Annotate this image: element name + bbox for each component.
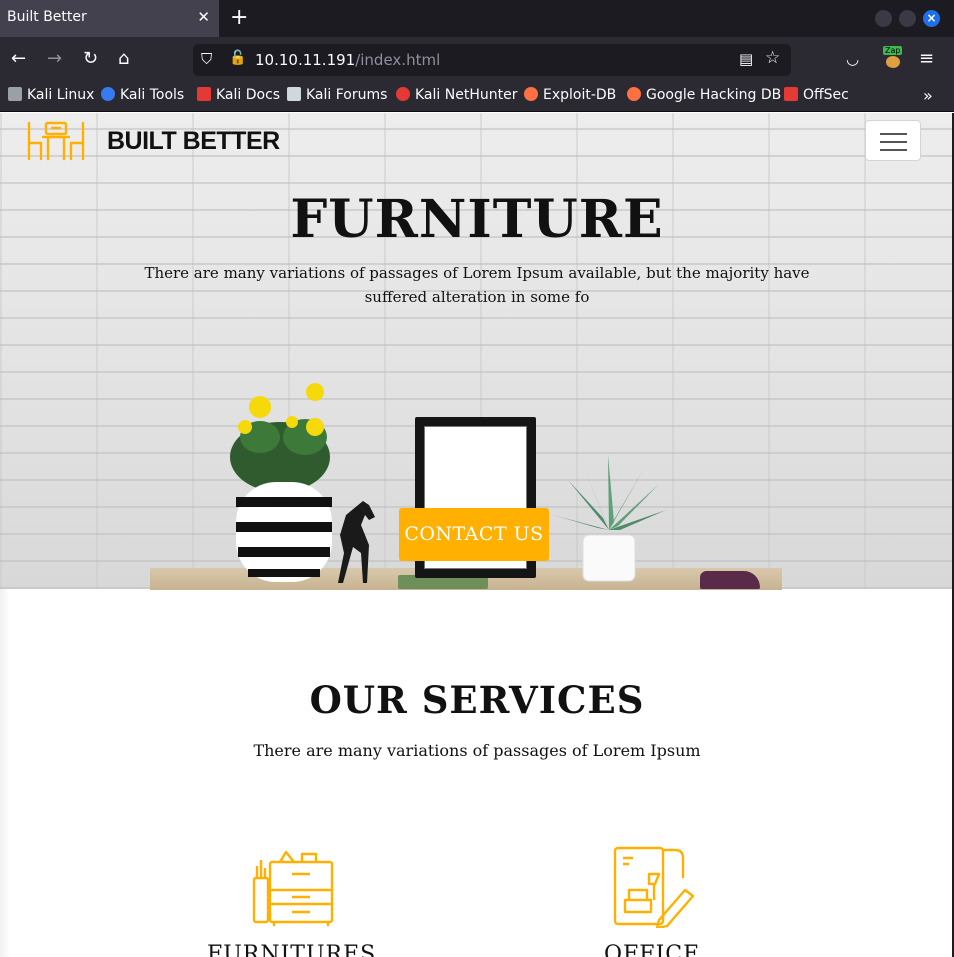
tab-title: Built Better (7, 9, 87, 25)
kali-forums-icon (287, 87, 301, 101)
nethunter-icon (396, 87, 410, 101)
hamburger-menu-icon[interactable]: ≡ (919, 48, 934, 69)
hero-title: FURNITURE (290, 189, 664, 250)
bookmark-kali-tools[interactable]: Kali Tools (101, 87, 184, 103)
bookmark-label: Kali Tools (120, 87, 185, 103)
home-icon[interactable]: ⌂ (118, 49, 129, 69)
ghdb-icon (627, 87, 641, 101)
office-plan-icon (613, 846, 695, 928)
kali-dragon-icon (8, 87, 22, 101)
bookmark-offsec[interactable]: OffSec (784, 87, 849, 103)
bookmark-kali-linux[interactable]: Kali Linux (8, 87, 94, 103)
bookmark-label: Exploit-DB (543, 87, 617, 103)
flower-pot-image (230, 383, 332, 582)
service-office-label: OFFICE (604, 942, 701, 957)
bookmark-kali-docs[interactable]: Kali Docs (197, 87, 280, 103)
left-edge-shade (0, 589, 10, 957)
maximize-window-button[interactable] (899, 10, 916, 27)
bookmark-exploit-db[interactable]: Exploit-DB (524, 87, 616, 103)
bookmarks-toolbar: Kali Linux Kali Tools Kali Docs Kali For… (0, 83, 954, 112)
bookmark-kali-nethunter[interactable]: Kali NetHunter (396, 87, 517, 103)
kali-tools-icon (101, 87, 115, 101)
bookmark-google-hacking-db[interactable]: Google Hacking DB (627, 87, 781, 103)
zap-extension-icon[interactable]: Zap (883, 46, 903, 68)
navigation-toolbar: ← → ↻ ⌂ ⛉ 🔓 10.10.11.191/index.html ▤ ☆ … (0, 37, 954, 83)
cabinet-icon (252, 850, 334, 926)
reload-icon[interactable]: ↻ (83, 49, 98, 69)
url-host: 10.10.11.191 (255, 51, 356, 69)
pocket-icon[interactable]: ◡ (846, 50, 859, 68)
back-icon[interactable]: ← (11, 49, 26, 69)
horse-figurine-image (338, 501, 375, 583)
tab-close-icon[interactable]: ✕ (197, 8, 210, 26)
new-tab-icon[interactable]: + (230, 6, 248, 30)
bookmark-label: Kali Forums (306, 87, 388, 103)
reader-view-icon[interactable]: ▤ (739, 50, 753, 68)
tab-built-better[interactable]: Built Better ✕ (0, 0, 219, 37)
bookmark-label: Kali Docs (216, 87, 281, 103)
bookmarks-overflow-icon[interactable]: » (923, 86, 933, 105)
web-page: BUILT BETTER FURNITURE There are many va… (0, 113, 954, 957)
offsec-icon (784, 87, 798, 101)
services-title: OUR SERVICES (309, 678, 645, 722)
brand-name[interactable]: BUILT BETTER (107, 127, 280, 156)
services-subtitle: There are many variations of passages of… (253, 741, 701, 760)
bookmark-star-icon[interactable]: ☆ (765, 48, 780, 68)
zap-badge: Zap (883, 46, 903, 55)
zap-logo-icon (886, 56, 900, 68)
bookmark-label: Google Hacking DB (646, 87, 782, 103)
url-path: /index.html (355, 51, 441, 69)
url-bar[interactable]: ⛉ 🔓 10.10.11.191/index.html ▤ ☆ (193, 44, 791, 76)
tab-strip: Built Better ✕ + × (0, 0, 954, 37)
bookmark-kali-forums[interactable]: Kali Forums (287, 87, 387, 103)
bookmark-label: Kali Linux (27, 87, 95, 103)
purple-cloth (700, 571, 760, 589)
contact-us-button[interactable]: CONTACT US (399, 508, 549, 561)
tracking-shield-icon[interactable]: ⛉ (201, 50, 212, 68)
insecure-lock-icon[interactable]: 🔓 (229, 50, 246, 66)
hero-text: There are many variations of passages of… (144, 264, 810, 306)
url-text[interactable]: 10.10.11.191/index.html (255, 51, 440, 69)
close-window-button[interactable]: × (923, 10, 940, 27)
bookmark-label: OffSec (803, 87, 849, 103)
succulent-pot-image (553, 455, 666, 582)
forward-icon[interactable]: → (47, 49, 62, 69)
navbar-toggler-button[interactable] (865, 120, 921, 161)
hero-section: BUILT BETTER FURNITURE There are many va… (0, 113, 954, 590)
minimize-window-button[interactable] (875, 10, 892, 27)
service-furnitures-label: FURNITURES (207, 942, 377, 957)
exploit-db-icon (524, 87, 538, 101)
kali-docs-icon (197, 87, 211, 101)
bookmark-label: Kali NetHunter (415, 87, 518, 103)
furniture-logo-icon[interactable] (26, 119, 86, 163)
